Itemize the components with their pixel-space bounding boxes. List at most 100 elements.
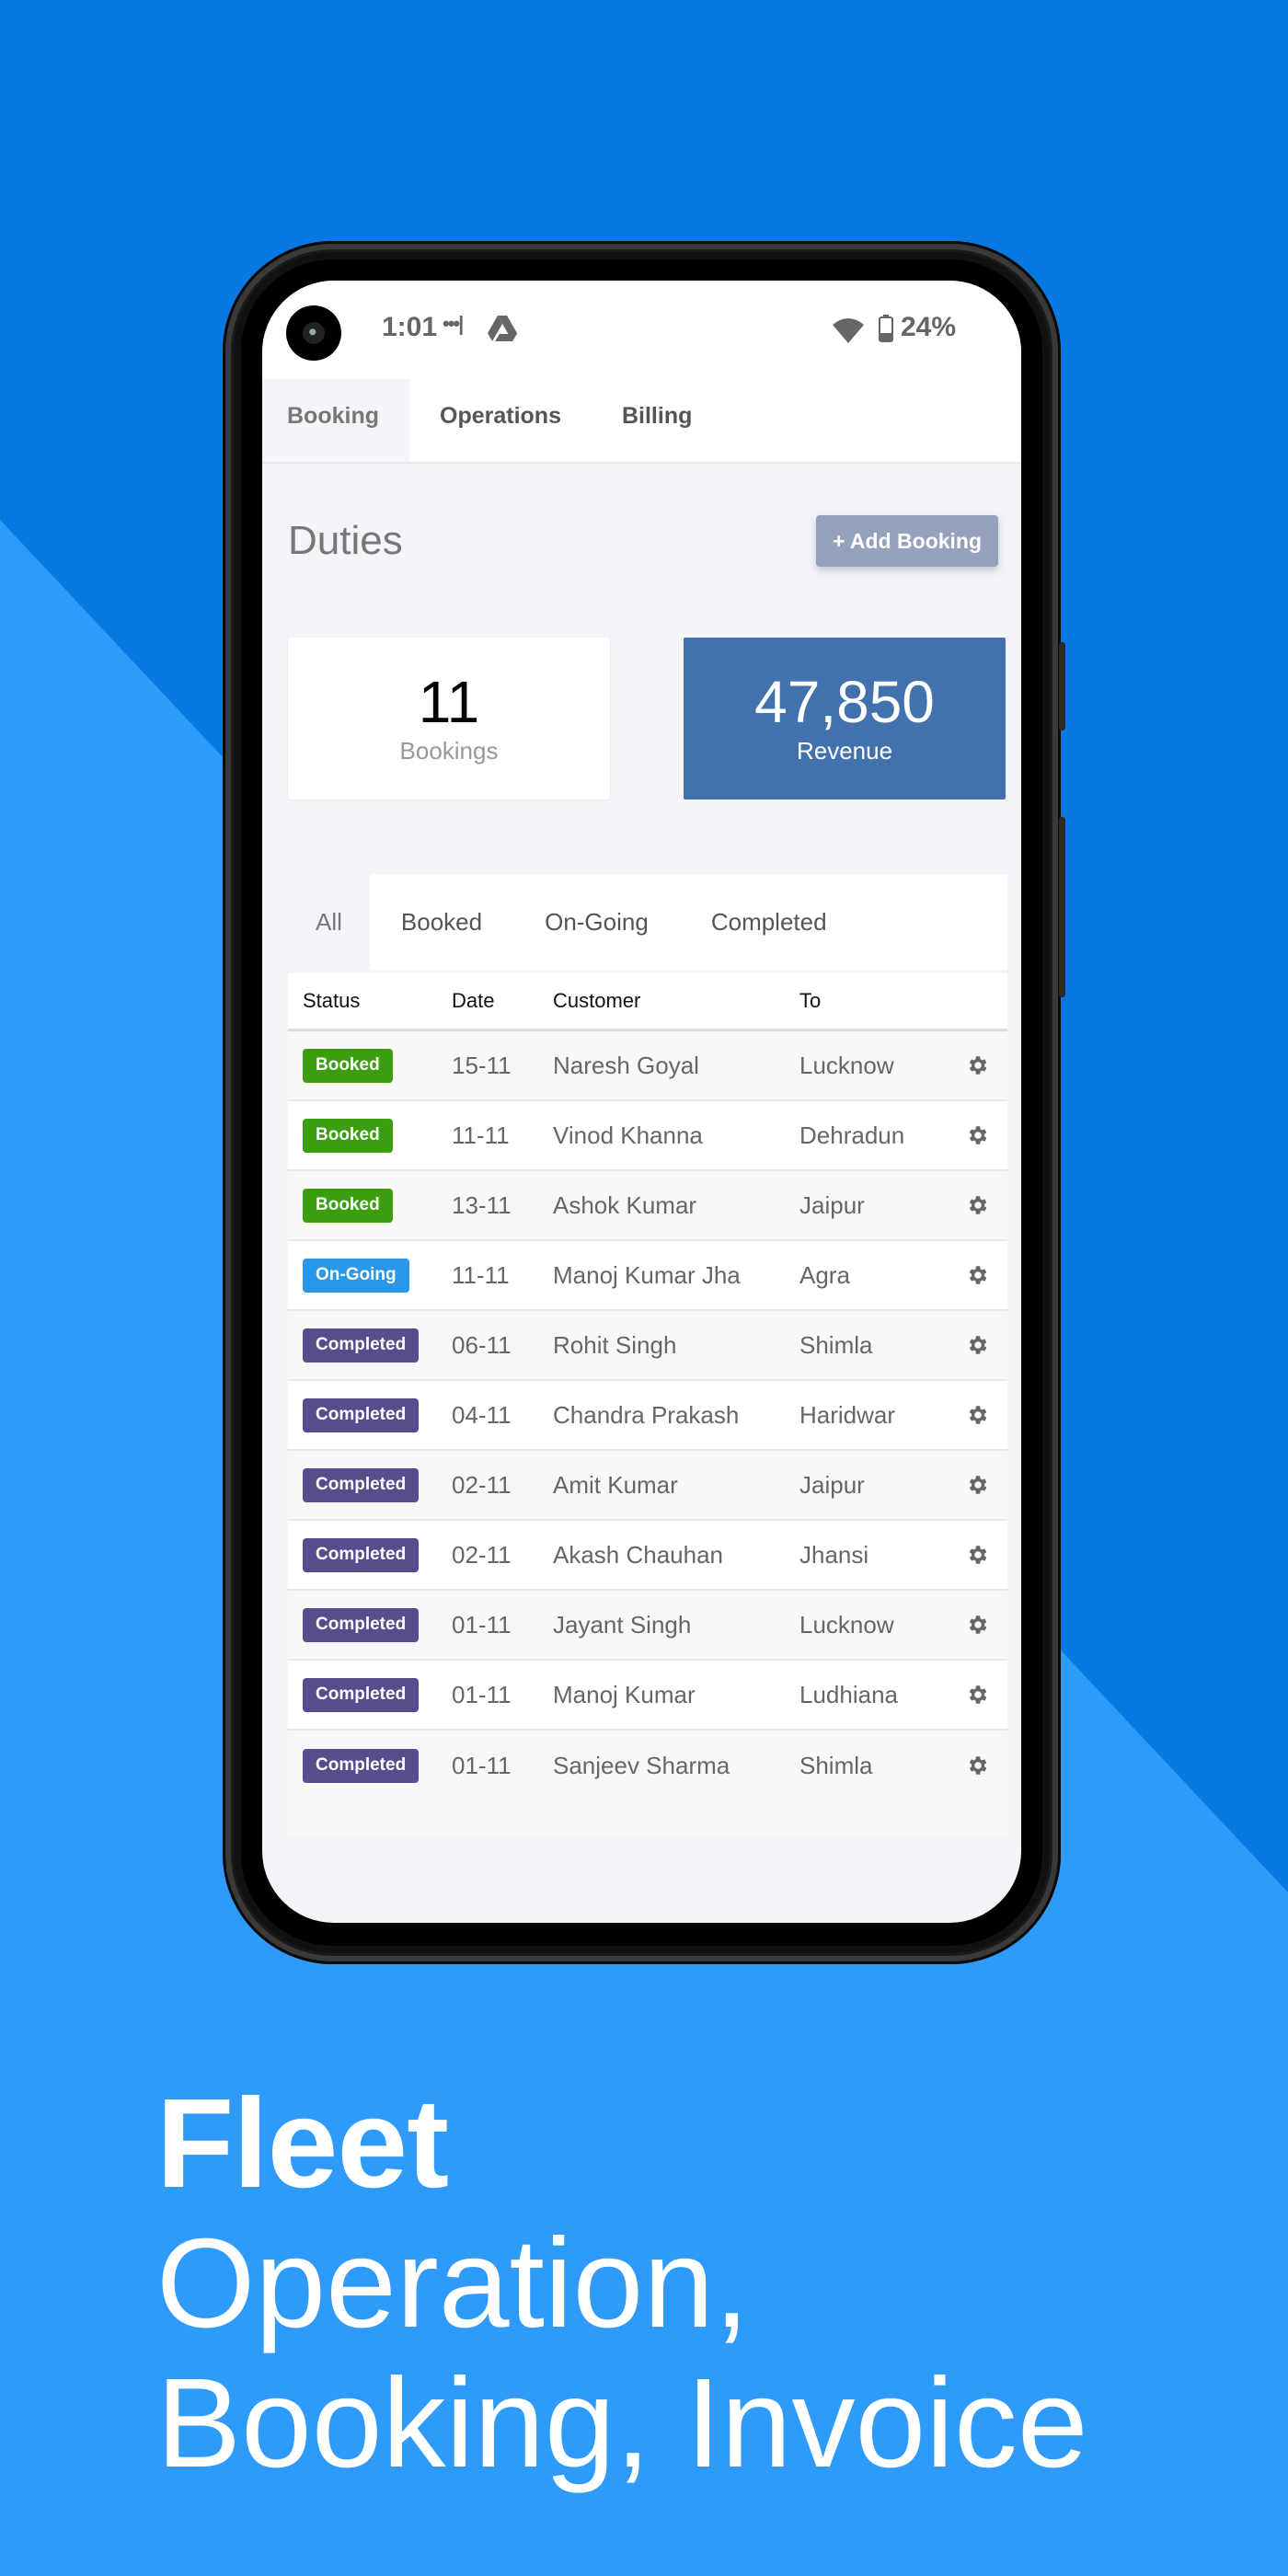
customer-cell: Akash Chauhan (553, 1540, 724, 1569)
table-row[interactable]: Booked 13-11 Ashok Kumar Jaipur (288, 1171, 1007, 1241)
gear-icon[interactable] (965, 1193, 989, 1217)
row-actions[interactable] (947, 1403, 1007, 1427)
status-cell: Booked (288, 1048, 452, 1083)
status-badge: Booked (303, 1189, 393, 1223)
status-cell: Booked (288, 1188, 452, 1223)
bookings-stat-card: 11 Bookings (288, 638, 610, 799)
gear-icon[interactable] (965, 1473, 989, 1497)
duties-table: Status Date Customer To Booked 15-11 Nares… (288, 973, 1007, 1837)
row-actions[interactable] (947, 1754, 1007, 1777)
destination-cell: Shimla (799, 1330, 873, 1359)
bookings-label: Bookings (399, 736, 499, 765)
status-badge: Completed (303, 1538, 420, 1572)
status-badge: Completed (303, 1468, 420, 1502)
table-row[interactable]: Completed 06-11 Rohit Singh Shimla (288, 1311, 1007, 1381)
status-cell: Completed (288, 1748, 452, 1783)
row-actions[interactable] (947, 1613, 1007, 1637)
destination-cell: Jhansi (799, 1540, 869, 1569)
table-row[interactable]: Completed 01-11 Jayant Singh Lucknow (288, 1591, 1007, 1661)
filter-tab-completed[interactable]: Completed (680, 874, 858, 970)
date-cell: 02-11 (452, 1540, 512, 1569)
column-header-to: To (799, 989, 822, 1012)
tagline-title: Fleet (156, 2073, 449, 2214)
table-row[interactable]: Completed 02-11 Amit Kumar Jaipur (288, 1451, 1007, 1521)
gear-icon[interactable] (965, 1613, 989, 1637)
date-cell: 06-11 (452, 1330, 512, 1359)
table-row[interactable]: Booked 11-11 Vinod Khanna Dehradun (288, 1101, 1007, 1171)
filter-tab-ongoing[interactable]: On-Going (513, 874, 680, 970)
tagline-line-2: Booking, Invoice (156, 2352, 1088, 2494)
table-row[interactable]: Completed 04-11 Chandra Prakash Haridwar (288, 1381, 1007, 1451)
destination-cell: Haridwar (799, 1400, 896, 1429)
date-cell: 13-11 (452, 1190, 512, 1219)
table-body: Booked 15-11 Naresh Goyal Lucknow Booked 11-1… (288, 1031, 1007, 1800)
customer-cell: Chandra Prakash (553, 1400, 740, 1429)
row-actions[interactable] (947, 1263, 1007, 1287)
notification-dots-icon: •••| (443, 312, 464, 335)
gear-icon[interactable] (965, 1053, 989, 1077)
drive-icon (488, 316, 517, 341)
battery-percent: 24% (901, 312, 957, 342)
row-actions[interactable] (947, 1683, 1007, 1707)
status-badge: Completed (303, 1398, 420, 1432)
destination-cell: Lucknow (799, 1051, 894, 1079)
gear-icon[interactable] (965, 1123, 989, 1147)
row-actions[interactable] (947, 1543, 1007, 1567)
date-cell: 01-11 (452, 1751, 512, 1779)
customer-cell: Manoj Kumar Jha (553, 1260, 741, 1289)
revenue-value: 47,850 (754, 668, 935, 735)
add-booking-button[interactable]: + Add Booking (816, 515, 998, 567)
tab-booking[interactable]: Booking (262, 379, 409, 462)
customer-cell: Jayant Singh (553, 1610, 692, 1639)
column-header-status: Status (303, 989, 361, 1012)
filter-tab-booked[interactable]: Booked (370, 874, 513, 970)
status-filter-tabs: All Booked On-Going Completed (288, 874, 1007, 970)
row-actions[interactable] (947, 1333, 1007, 1357)
date-cell: 01-11 (452, 1680, 512, 1708)
camera-icon (286, 305, 341, 361)
gear-icon[interactable] (965, 1754, 989, 1777)
gear-icon[interactable] (965, 1403, 989, 1427)
customer-cell: Amit Kumar (553, 1470, 678, 1499)
row-actions[interactable] (947, 1053, 1007, 1077)
page-title: Duties (288, 518, 403, 563)
destination-cell: Jaipur (799, 1190, 865, 1219)
tagline: Fleet Operation, Booking, Invoice (156, 2073, 1088, 2494)
status-cell: Completed (288, 1537, 452, 1572)
row-actions[interactable] (947, 1193, 1007, 1217)
date-cell: 01-11 (452, 1610, 512, 1639)
tab-operations[interactable]: Operations (409, 379, 592, 462)
top-nav: Booking Operations Billing (262, 379, 1021, 464)
status-badge: Completed (303, 1749, 420, 1783)
table-row[interactable]: Completed 02-11 Akash Chauhan Jhansi (288, 1521, 1007, 1591)
destination-cell: Agra (799, 1260, 850, 1289)
customer-cell: Rohit Singh (553, 1330, 677, 1359)
status-cell: Booked (288, 1118, 452, 1153)
customer-cell: Ashok Kumar (553, 1190, 697, 1219)
row-actions[interactable] (947, 1473, 1007, 1497)
wifi-icon (833, 318, 864, 343)
table-row[interactable]: On-Going 11-11 Manoj Kumar Jha Agra (288, 1241, 1007, 1311)
gear-icon[interactable] (965, 1263, 989, 1287)
customer-cell: Manoj Kumar (553, 1680, 696, 1708)
row-actions[interactable] (947, 1123, 1007, 1147)
status-badge: Completed (303, 1328, 420, 1363)
table-row[interactable]: Completed 01-11 Manoj Kumar Ludhiana (288, 1661, 1007, 1731)
customer-cell: Naresh Goyal (553, 1051, 699, 1079)
tab-billing[interactable]: Billing (592, 379, 722, 462)
gear-icon[interactable] (965, 1543, 989, 1567)
volume-button (1059, 817, 1065, 997)
gear-icon[interactable] (965, 1333, 989, 1357)
status-badge: Booked (303, 1119, 393, 1153)
date-cell: 04-11 (452, 1400, 512, 1429)
destination-cell: Lucknow (799, 1610, 894, 1639)
revenue-label: Revenue (796, 736, 893, 765)
table-row[interactable]: Completed 01-11 Sanjeev Sharma Shimla (288, 1731, 1007, 1800)
date-cell: 11-11 (452, 1121, 510, 1149)
filter-tab-all[interactable]: All (288, 874, 370, 970)
table-row[interactable]: Booked 15-11 Naresh Goyal Lucknow (288, 1031, 1007, 1101)
status-time: 1:01 (382, 312, 438, 342)
status-cell: On-Going (288, 1258, 452, 1293)
gear-icon[interactable] (965, 1683, 989, 1707)
column-header-date: Date (452, 989, 495, 1012)
